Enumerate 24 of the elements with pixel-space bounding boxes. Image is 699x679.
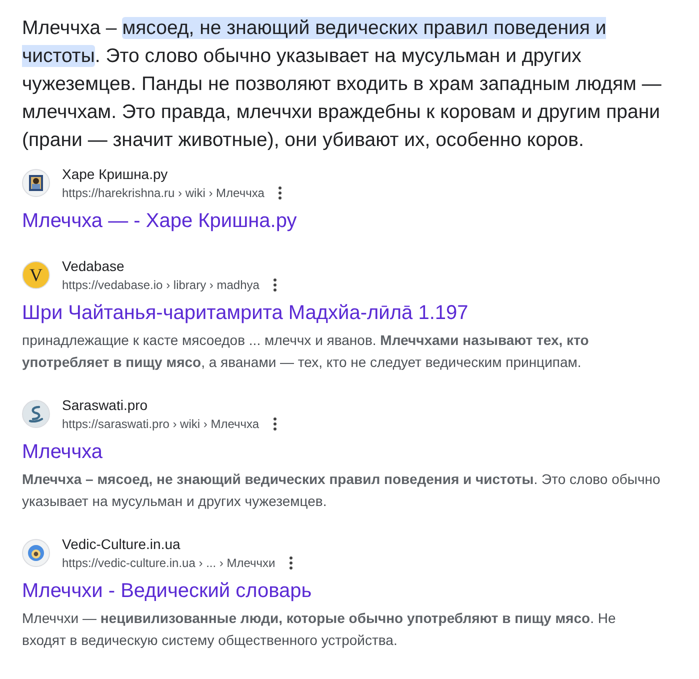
result-url[interactable]: https://harekrishna.ru › wiki › Млеччха [62,184,264,202]
featured-snippet-text: Млеччха – мясоед, не знающий ведических правил поведения и чистоты. Это слово обычно указывает на мусульман и других чужеземцев. Панды не позволяют входить в храм западным людям — млеччхам. Это правда, млеччхи враждебны к коровам и другим прани (прани — значит животные), они убивают их, особенно коров. [22,16,662,153]
more-options-icon[interactable] [278,186,282,200]
site-name: Vedabase [62,257,126,276]
result-snippet: Млеччхи — нецивилизованные люди, которые обычно употребляют в пищу мясо. Не входят в ведическую систему общественного устройства. [22,609,617,650]
result-title-link[interactable]: Млеччхи - Ведический словарь [22,578,312,604]
site-favicon-icon [22,400,50,428]
site-name: Vedic-Culture.in.ua [62,535,182,554]
result-url[interactable]: https://saraswati.pro › wiki › Млеччха [62,415,260,433]
more-options-icon[interactable] [273,417,278,431]
result-title-link[interactable]: Млеччха [22,439,103,465]
site-favicon-icon: V [22,261,50,289]
site-name: Харе Кришна.ру [62,165,169,184]
result-url[interactable]: https://vedic-culture.in.ua › ... › Млеччхи [62,554,276,572]
more-options-icon[interactable] [273,278,278,292]
site-favicon-icon [22,539,50,567]
result-url[interactable]: https://vedabase.io › library › madhya [62,276,260,294]
site-favicon-icon [22,169,50,197]
result-title-link[interactable]: Шри Чайтанья-чаритамрита Мадхйа-лӣлā 1.197 [22,300,468,326]
more-options-icon[interactable] [289,556,294,570]
result-snippet: Млеччха – мясоед, не знающий ведических правил поведения и чистоты. Это слово обычно указывает на мусульман и других чужеземцев. [22,470,662,511]
site-name: Saraswati.pro [62,396,149,415]
result-title-link[interactable]: Млеччха — - Харе Кришна.ру [22,208,297,234]
result-snippet: принадлежащие к касте мясоедов ... млеччх и яванов. Млеччхами называют тех, кто употребляет в пищу мясо, а яванами — тех, кто не следует ведическим принципам. [22,331,590,372]
